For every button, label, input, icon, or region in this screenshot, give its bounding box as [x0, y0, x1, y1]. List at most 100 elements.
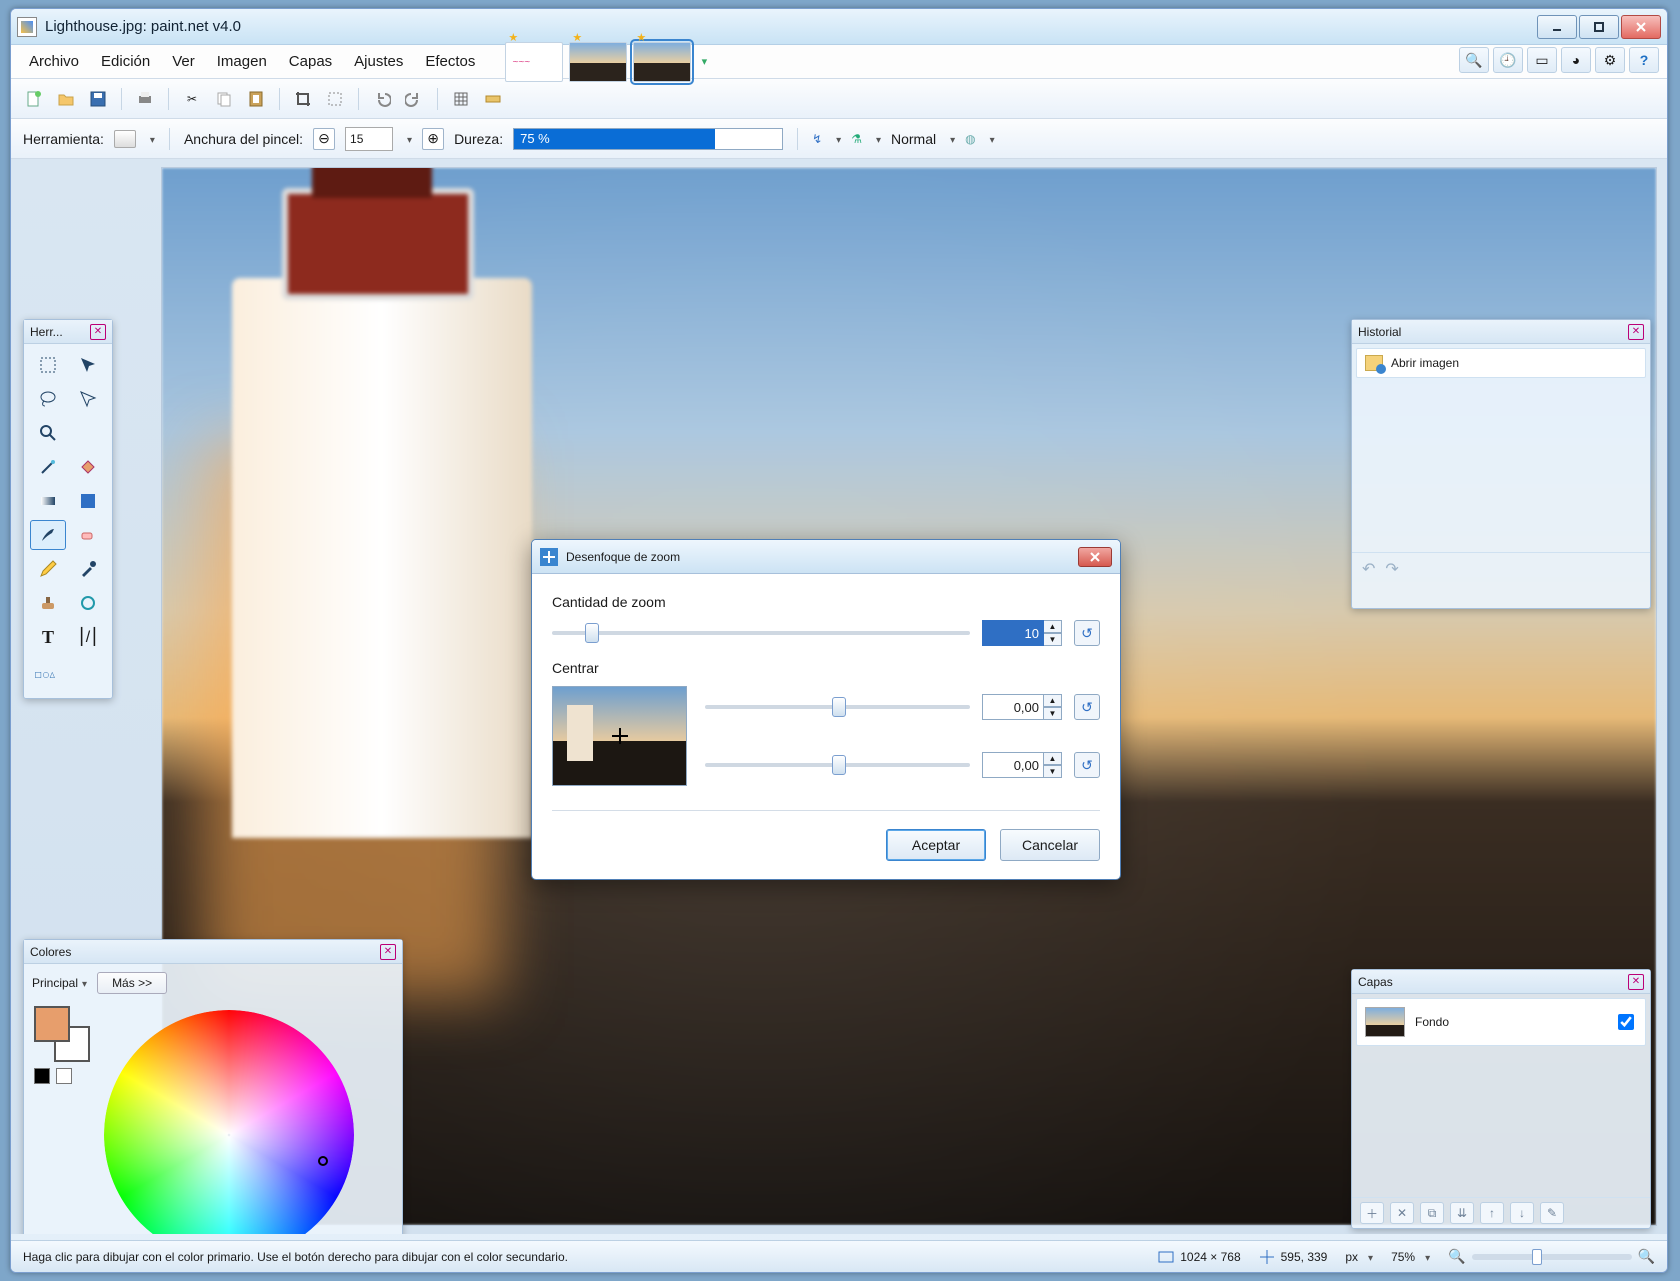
- zoom-in-icon[interactable]: 🔍: [1638, 1248, 1655, 1265]
- new-file-button[interactable]: [21, 86, 47, 112]
- tool-rect-select[interactable]: [30, 350, 66, 380]
- tool-gradient[interactable]: [30, 486, 66, 516]
- tool-wand[interactable]: [30, 452, 66, 482]
- tool-recolor[interactable]: [70, 588, 106, 618]
- tool-pan[interactable]: [70, 418, 106, 448]
- dialog-cancel-button[interactable]: Cancelar: [1000, 829, 1100, 861]
- tool-line[interactable]: ⎮/⎮: [70, 622, 106, 652]
- redo-button[interactable]: [401, 86, 427, 112]
- center-x-spin-down[interactable]: ▼: [1044, 707, 1062, 720]
- paste-button[interactable]: [243, 86, 269, 112]
- layer-delete-button[interactable]: ✕: [1390, 1202, 1414, 1224]
- layer-merge-button[interactable]: ⇊: [1450, 1202, 1474, 1224]
- image-tab-0[interactable]: ~~~: [505, 42, 563, 82]
- center-y-spin-down[interactable]: ▼: [1044, 765, 1062, 778]
- color-swatch-pair[interactable]: [34, 1006, 90, 1062]
- center-x-reset-button[interactable]: ↺: [1074, 694, 1100, 720]
- center-y-slider[interactable]: [705, 763, 970, 767]
- copy-button[interactable]: [211, 86, 237, 112]
- antialias-icon[interactable]: ↯: [812, 132, 822, 146]
- blend-mode-label[interactable]: Normal: [891, 131, 936, 147]
- aux-colorwheel-icon[interactable]: ◕: [1561, 47, 1591, 73]
- tool-bucket[interactable]: [70, 452, 106, 482]
- tool-color-select[interactable]: [70, 486, 106, 516]
- zoom-slider[interactable]: [1472, 1254, 1632, 1260]
- center-y-spin-up[interactable]: ▲: [1044, 752, 1062, 765]
- layers-panel[interactable]: Capas ✕ Fondo ＋ ✕ ⧉ ⇊ ↑ ↓ ✎: [1351, 969, 1651, 1229]
- globe-icon[interactable]: ◍: [965, 132, 975, 146]
- history-redo-icon[interactable]: ↷: [1385, 559, 1398, 579]
- cut-button[interactable]: ✂: [179, 86, 205, 112]
- fill-dropdown[interactable]: [872, 132, 881, 146]
- brush-width-input[interactable]: [345, 127, 393, 151]
- color-mode-select[interactable]: Principal: [32, 976, 87, 990]
- aux-clock-icon[interactable]: 🕘: [1493, 47, 1523, 73]
- colors-panel-close-icon[interactable]: ✕: [380, 944, 396, 960]
- center-y-input[interactable]: [982, 752, 1044, 778]
- tool-clone[interactable]: [30, 588, 66, 618]
- layer-down-button[interactable]: ↓: [1510, 1202, 1534, 1224]
- tool-text[interactable]: T: [30, 622, 66, 652]
- menu-capas[interactable]: Capas: [279, 47, 342, 76]
- center-x-input[interactable]: [982, 694, 1044, 720]
- image-tab-1[interactable]: [569, 42, 627, 82]
- layer-add-button[interactable]: ＋: [1360, 1202, 1384, 1224]
- colors-more-button[interactable]: Más >>: [97, 972, 167, 994]
- menu-archivo[interactable]: Archivo: [19, 47, 89, 76]
- menu-ajustes[interactable]: Ajustes: [344, 47, 413, 76]
- menu-ver[interactable]: Ver: [162, 47, 205, 76]
- center-preview[interactable]: [552, 686, 687, 786]
- tool-brush-icon[interactable]: [114, 130, 136, 148]
- undo-button[interactable]: [369, 86, 395, 112]
- tool-move[interactable]: [70, 384, 106, 414]
- open-file-button[interactable]: [53, 86, 79, 112]
- layer-props-button[interactable]: ✎: [1540, 1202, 1564, 1224]
- zoom-amount-spin-up[interactable]: ▲: [1044, 620, 1062, 633]
- center-y-reset-button[interactable]: ↺: [1074, 752, 1100, 778]
- tool-eyedropper[interactable]: [70, 554, 106, 584]
- menu-edicion[interactable]: Edición: [91, 47, 160, 76]
- history-undo-icon[interactable]: ↶: [1362, 559, 1375, 579]
- dialog-close-button[interactable]: [1078, 547, 1112, 567]
- center-x-spin-up[interactable]: ▲: [1044, 694, 1062, 707]
- history-panel-close-icon[interactable]: ✕: [1628, 324, 1644, 340]
- color-wheel[interactable]: [104, 1010, 354, 1234]
- fill-icon[interactable]: ⚗: [851, 132, 862, 146]
- tools-panel-close-icon[interactable]: ✕: [90, 324, 106, 340]
- zoom-amount-reset-button[interactable]: ↺: [1074, 620, 1100, 646]
- tool-eraser[interactable]: [70, 520, 106, 550]
- tool-zoom[interactable]: [30, 418, 66, 448]
- grid-button[interactable]: [448, 86, 474, 112]
- aux-wand-icon[interactable]: 🔍: [1459, 47, 1489, 73]
- status-unit-dropdown-icon[interactable]: [1364, 1250, 1373, 1264]
- layer-up-button[interactable]: ↑: [1480, 1202, 1504, 1224]
- blend-mode-dropdown[interactable]: [946, 132, 955, 146]
- minimize-button[interactable]: [1537, 15, 1577, 39]
- save-button[interactable]: [85, 86, 111, 112]
- layer-visible-checkbox[interactable]: [1618, 1014, 1634, 1030]
- close-button[interactable]: [1621, 15, 1661, 39]
- tool-lasso[interactable]: [30, 384, 66, 414]
- menu-imagen[interactable]: Imagen: [207, 47, 277, 76]
- colors-panel[interactable]: Colores ✕ Principal Más >>: [23, 939, 403, 1234]
- maximize-button[interactable]: [1579, 15, 1619, 39]
- zoom-blur-dialog[interactable]: Desenfoque de zoom Cantidad de zoom ▲▼ ↺…: [531, 539, 1121, 880]
- center-x-slider[interactable]: [705, 705, 970, 709]
- zoom-amount-spin-down[interactable]: ▼: [1044, 633, 1062, 646]
- tool-brush[interactable]: [30, 520, 66, 550]
- hardness-slider[interactable]: 75 %: [513, 128, 783, 150]
- swap-mini-b[interactable]: [56, 1068, 72, 1084]
- menu-efectos[interactable]: Efectos: [415, 47, 485, 76]
- antialias-dropdown[interactable]: [832, 132, 841, 146]
- swap-mini-a[interactable]: [34, 1068, 50, 1084]
- aux-gear-icon[interactable]: ⚙: [1595, 47, 1625, 73]
- tool-dropdown-icon[interactable]: [146, 132, 155, 146]
- tools-panel[interactable]: Herr... ✕ T ⎮/⎮: [23, 319, 113, 699]
- tool-pencil[interactable]: [30, 554, 66, 584]
- tool-move-select[interactable]: [70, 350, 106, 380]
- layers-panel-close-icon[interactable]: ✕: [1628, 974, 1644, 990]
- ruler-button[interactable]: [480, 86, 506, 112]
- status-unit[interactable]: px: [1345, 1250, 1358, 1264]
- zoom-amount-input[interactable]: [982, 620, 1044, 646]
- tool-shapes[interactable]: [30, 660, 60, 690]
